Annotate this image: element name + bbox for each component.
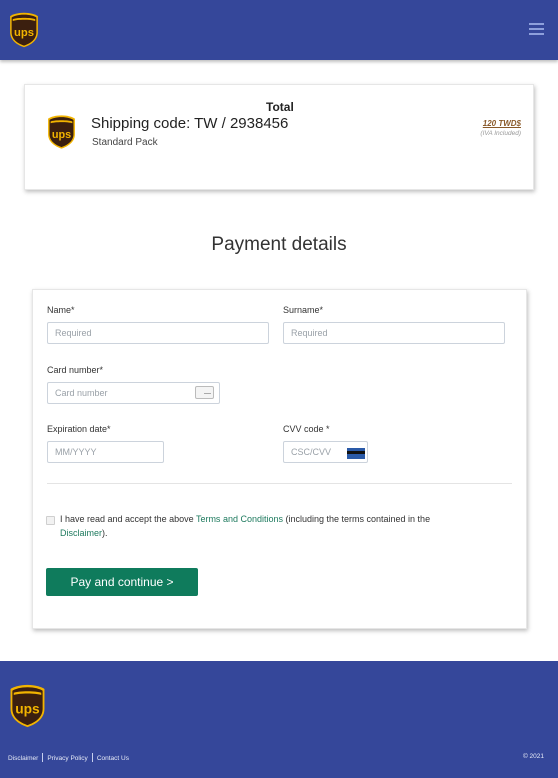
cvv-field bbox=[283, 441, 368, 463]
card-number-field bbox=[47, 382, 220, 404]
top-nav-bar: ups bbox=[0, 0, 558, 60]
card-back-icon bbox=[347, 448, 365, 459]
privacy-policy-link[interactable]: Privacy Policy bbox=[47, 755, 87, 762]
ups-logo[interactable]: ups bbox=[8, 12, 40, 48]
ups-shield-icon: ups bbox=[8, 12, 40, 48]
expiration-label: Expiration date* bbox=[47, 424, 111, 434]
page-title: Payment details bbox=[211, 234, 347, 255]
consent-text-middle: (including the terms contained in the bbox=[282, 514, 431, 524]
ups-shield-icon: ups bbox=[9, 684, 46, 728]
ups-logo: ups bbox=[47, 114, 76, 150]
hamburger-menu-icon[interactable] bbox=[529, 23, 544, 35]
ups-logo-text: ups bbox=[14, 27, 34, 39]
divider bbox=[47, 483, 512, 484]
copyright: © 2021 bbox=[522, 753, 544, 760]
order-summary-card: ups Total Shipping code: TW / 2938456 St… bbox=[24, 84, 534, 190]
consent-text-end: ). bbox=[102, 527, 108, 538]
price-tax-note: (IVA Included) bbox=[480, 130, 521, 137]
surname-label: Surname* bbox=[283, 305, 324, 315]
pay-and-continue-button[interactable]: Pay and continue > bbox=[46, 568, 198, 596]
cvv-label: CVV code * bbox=[283, 424, 330, 434]
pack-name: Standard Pack bbox=[92, 137, 158, 148]
ups-logo-text: ups bbox=[15, 701, 40, 716]
shipping-code: Shipping code: TW / 2938456 bbox=[91, 115, 289, 132]
credit-card-icon bbox=[195, 386, 214, 399]
link-separator bbox=[42, 753, 44, 762]
disclaimer-link[interactable]: Disclaimer bbox=[60, 528, 102, 538]
ups-logo: ups bbox=[9, 684, 46, 728]
link-separator bbox=[91, 753, 93, 762]
ups-shield-icon: ups bbox=[47, 114, 76, 150]
terms-consent-text: I have read and accept the above Terms a… bbox=[60, 513, 510, 540]
name-label: Name* bbox=[47, 305, 75, 315]
total-price: 120 TWD$ bbox=[482, 119, 521, 128]
total-label: Total bbox=[266, 100, 294, 114]
card-number-label: Card number* bbox=[47, 365, 104, 375]
ups-logo-text: ups bbox=[52, 129, 71, 141]
surname-input[interactable] bbox=[283, 322, 505, 344]
terms-and-conditions-link[interactable]: Terms and Conditions bbox=[196, 514, 283, 524]
footer: ups Disclaimer Privacy Policy Contact Us ©… bbox=[0, 661, 558, 778]
terms-checkbox[interactable] bbox=[46, 516, 55, 525]
disclaimer-footer-link[interactable]: Disclaimer bbox=[8, 755, 38, 762]
consent-text-start: I have read and accept the above bbox=[60, 514, 196, 524]
footer-links: Disclaimer Privacy Policy Contact Us bbox=[8, 753, 129, 762]
expiration-input[interactable] bbox=[47, 441, 164, 463]
contact-us-link[interactable]: Contact Us bbox=[97, 755, 129, 762]
name-input[interactable] bbox=[47, 322, 269, 344]
payment-form: Name* Surname* Card number* Expiration d… bbox=[32, 289, 527, 629]
